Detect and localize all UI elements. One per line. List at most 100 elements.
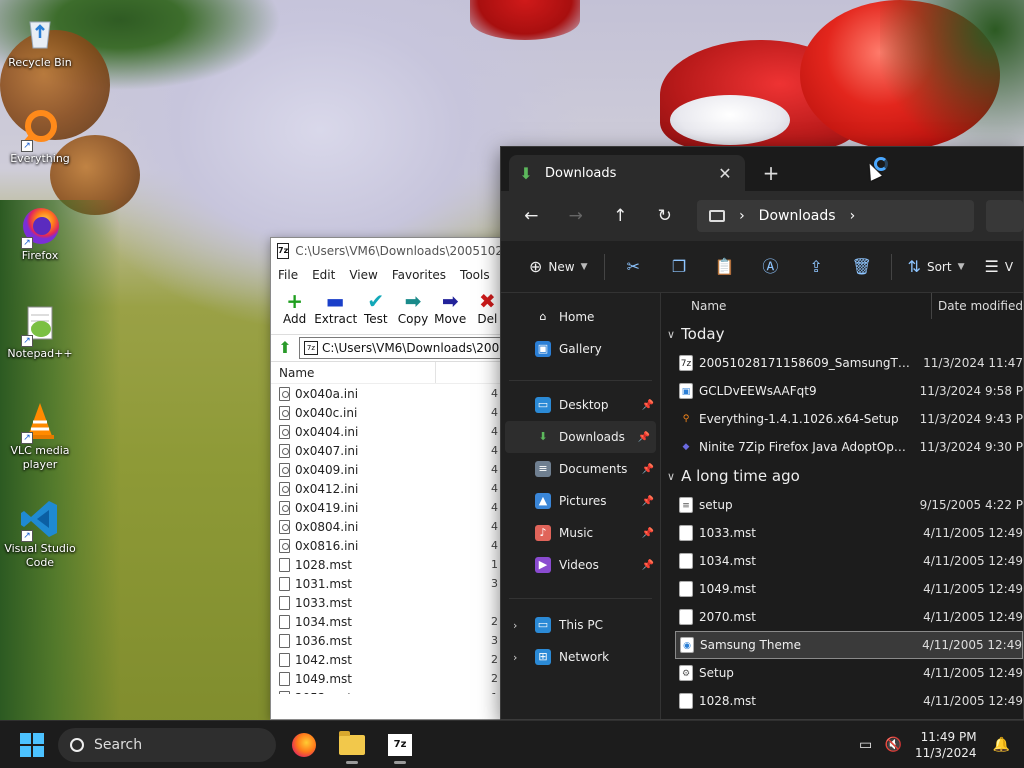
list-item[interactable]: 1031.mst 3	[271, 574, 505, 593]
toolbar-extract-button[interactable]: ▬ Extract	[314, 286, 357, 326]
table-row[interactable]: 7z 20051028171158609_SamsungTheme 11/3/202…	[675, 349, 1023, 377]
volume-muted-icon[interactable]: 🔇	[885, 737, 903, 753]
table-row[interactable]: 1028.mst 4/11/2005 12:49	[675, 687, 1023, 715]
search-box[interactable]	[986, 200, 1023, 232]
menu-tools[interactable]: Tools	[460, 268, 490, 282]
network-icon[interactable]: ▭	[857, 737, 875, 753]
toolbar-copy-button[interactable]: ➡ Copy	[395, 286, 430, 326]
list-item[interactable]: 0x0409.ini 4	[271, 460, 505, 479]
group-header[interactable]: ∨ A long time ago	[661, 461, 1023, 491]
copy-icon[interactable]: ❐	[656, 249, 702, 285]
view-button[interactable]: ☰ V	[974, 249, 1023, 285]
list-item[interactable]: 1034.mst 2	[271, 612, 505, 631]
delete-icon[interactable]: 🗑	[839, 249, 885, 285]
cut-icon[interactable]: ✂	[610, 249, 656, 285]
new-button[interactable]: ⊕ New ▼	[519, 249, 598, 285]
sidebar-item-downloads[interactable]: ⬇ Downloads 📌	[505, 421, 656, 453]
table-row[interactable]: ≡ setup 9/15/2005 4:22 P	[675, 491, 1023, 519]
table-row[interactable]: 1049.mst 4/11/2005 12:49	[675, 575, 1023, 603]
column-date-modified[interactable]: Date modified	[930, 293, 1023, 319]
taskbar-firefox[interactable]	[284, 725, 324, 765]
column-size[interactable]	[435, 362, 505, 383]
desktop-icon-notepad-plus-plus[interactable]: ↗ Notepad++	[4, 303, 76, 361]
tab-downloads[interactable]: ⬇ Downloads ✕	[509, 155, 745, 191]
list-item[interactable]: 0x040c.ini 4	[271, 403, 505, 422]
sidebar-item-this-pc[interactable]: › ▭ This PC	[501, 609, 660, 641]
table-row[interactable]: ◉ Samsung Theme 4/11/2005 12:49	[675, 631, 1023, 659]
list-item[interactable]: 1033.mst	[271, 593, 505, 612]
sidebar-item-gallery[interactable]: ▣ Gallery	[501, 333, 660, 365]
share-icon[interactable]: ⇪	[793, 249, 839, 285]
group-header[interactable]: ∨ Today	[661, 319, 1023, 349]
menu-file[interactable]: File	[278, 268, 298, 282]
sort-button[interactable]: ⇅ Sort ▼	[898, 249, 975, 285]
wallpaper-red-ornament	[800, 0, 1000, 150]
list-item[interactable]: 1036.mst 3	[271, 631, 505, 650]
list-item[interactable]: 0x0419.ini 4	[271, 498, 505, 517]
chevron-right-icon[interactable]: ›	[513, 619, 517, 632]
7zip-path-field[interactable]: 7z C:\Users\VM6\Downloads\200510	[299, 337, 501, 359]
paste-icon[interactable]: 📋	[702, 249, 748, 285]
desktop-icon-everything[interactable]: ↗ Everything	[4, 108, 76, 166]
sidebar-item-videos[interactable]: ▶ Videos 📌	[501, 549, 660, 581]
list-item[interactable]: 0x0816.ini 4	[271, 536, 505, 555]
refresh-button[interactable]: ↻	[645, 199, 686, 233]
up-button[interactable]: ↑	[600, 199, 641, 233]
back-button[interactable]: ←	[511, 199, 552, 233]
list-item[interactable]: 2052.mst1	[271, 688, 505, 694]
list-item[interactable]: 0x0407.ini 4	[271, 441, 505, 460]
new-tab-button[interactable]: +	[753, 155, 789, 191]
taskbar-7zip[interactable]: 7z	[380, 725, 420, 765]
list-item[interactable]: 1049.mst 2	[271, 669, 505, 688]
notification-bell-icon[interactable]: 🔔	[993, 737, 1010, 753]
list-item[interactable]: 1042.mst 2	[271, 650, 505, 669]
table-row[interactable]: 2070.mst 4/11/2005 12:49	[675, 603, 1023, 631]
menu-favorites[interactable]: Favorites	[392, 268, 446, 282]
sidebar-item-home[interactable]: ⌂ Home	[501, 301, 660, 333]
toolbar-test-button[interactable]: ✔ Test	[358, 286, 393, 326]
toolbar-move-button[interactable]: ➡ Move	[433, 286, 468, 326]
tab-close-button[interactable]: ✕	[713, 164, 737, 183]
sidebar-item-music[interactable]: ♪ Music 📌	[501, 517, 660, 549]
taskbar-file-explorer[interactable]	[332, 725, 372, 765]
list-item[interactable]: 0x040a.ini 4	[271, 384, 505, 403]
desktop-icon-recycle-bin[interactable]: Recycle Bin	[4, 12, 76, 70]
rename-icon[interactable]: Ⓐ	[748, 249, 794, 285]
clock[interactable]: 11:49 PM 11/3/2024	[913, 729, 977, 761]
sidebar-item-network[interactable]: › ⊞ Network	[501, 641, 660, 673]
list-item[interactable]: 0x0412.ini 4	[271, 479, 505, 498]
address-bar[interactable]: › Downloads ›	[697, 200, 975, 232]
column-name[interactable]: Name	[279, 366, 314, 380]
chevron-right-icon[interactable]: ›	[850, 208, 856, 224]
chevron-right-icon[interactable]: ›	[513, 651, 517, 664]
desktop-icon-vlc[interactable]: ↗ VLC media player	[4, 400, 76, 472]
table-row[interactable]: 1034.mst 4/11/2005 12:49	[675, 547, 1023, 575]
up-folder-icon[interactable]: ⬆	[275, 338, 295, 358]
sidebar-item-pictures[interactable]: ▲ Pictures 📌	[501, 485, 660, 517]
sidebar-item-desktop[interactable]: ▭ Desktop 📌	[501, 389, 660, 421]
7zip-window[interactable]: 7z C:\Users\VM6\Downloads\200510281 File…	[270, 237, 506, 720]
7zip-title-bar[interactable]: 7z C:\Users\VM6\Downloads\200510281	[271, 238, 505, 264]
desktop-icon-vscode[interactable]: ↗ Visual Studio Code	[4, 498, 76, 570]
column-name[interactable]: Name	[661, 299, 931, 313]
list-item[interactable]: 1028.mst 1	[271, 555, 505, 574]
table-row[interactable]: ⚲ Everything-1.4.1.1026.x64-Setup 11/3/202…	[675, 405, 1023, 433]
desktop-icon-firefox[interactable]: ↗ Firefox	[4, 205, 76, 263]
menu-edit[interactable]: Edit	[312, 268, 335, 282]
menu-view[interactable]: View	[349, 268, 377, 282]
start-button[interactable]	[20, 732, 44, 757]
table-row[interactable]: 1033.mst 4/11/2005 12:49	[675, 519, 1023, 547]
list-item[interactable]: 0x0804.ini 4	[271, 517, 505, 536]
wallpaper-pine-branches	[880, 0, 1024, 150]
breadcrumb-downloads[interactable]: Downloads	[759, 208, 836, 224]
table-row[interactable]: ◆ Ninite 7Zip Firefox Java AdoptOpenJDK x…	[675, 433, 1023, 461]
forward-button[interactable]: →	[556, 199, 597, 233]
table-row[interactable]: ▣ GCLDvEEWsAAFqt9 11/3/2024 9:58 P	[675, 377, 1023, 405]
list-item[interactable]: 0x0404.ini 4	[271, 422, 505, 441]
taskbar-search[interactable]: Search	[58, 727, 276, 762]
table-row[interactable]: ⚙ Setup 4/11/2005 12:49	[675, 659, 1023, 687]
file-name-cell: 1028.mst	[675, 693, 913, 709]
toolbar-add-button[interactable]: + Add	[277, 286, 312, 326]
sidebar-item-documents[interactable]: ≡ Documents 📌	[501, 453, 660, 485]
file-explorer-window[interactable]: ⬇ Downloads ✕ + ← → ↑ ↻ › Downloads › ⊕ …	[500, 146, 1024, 720]
